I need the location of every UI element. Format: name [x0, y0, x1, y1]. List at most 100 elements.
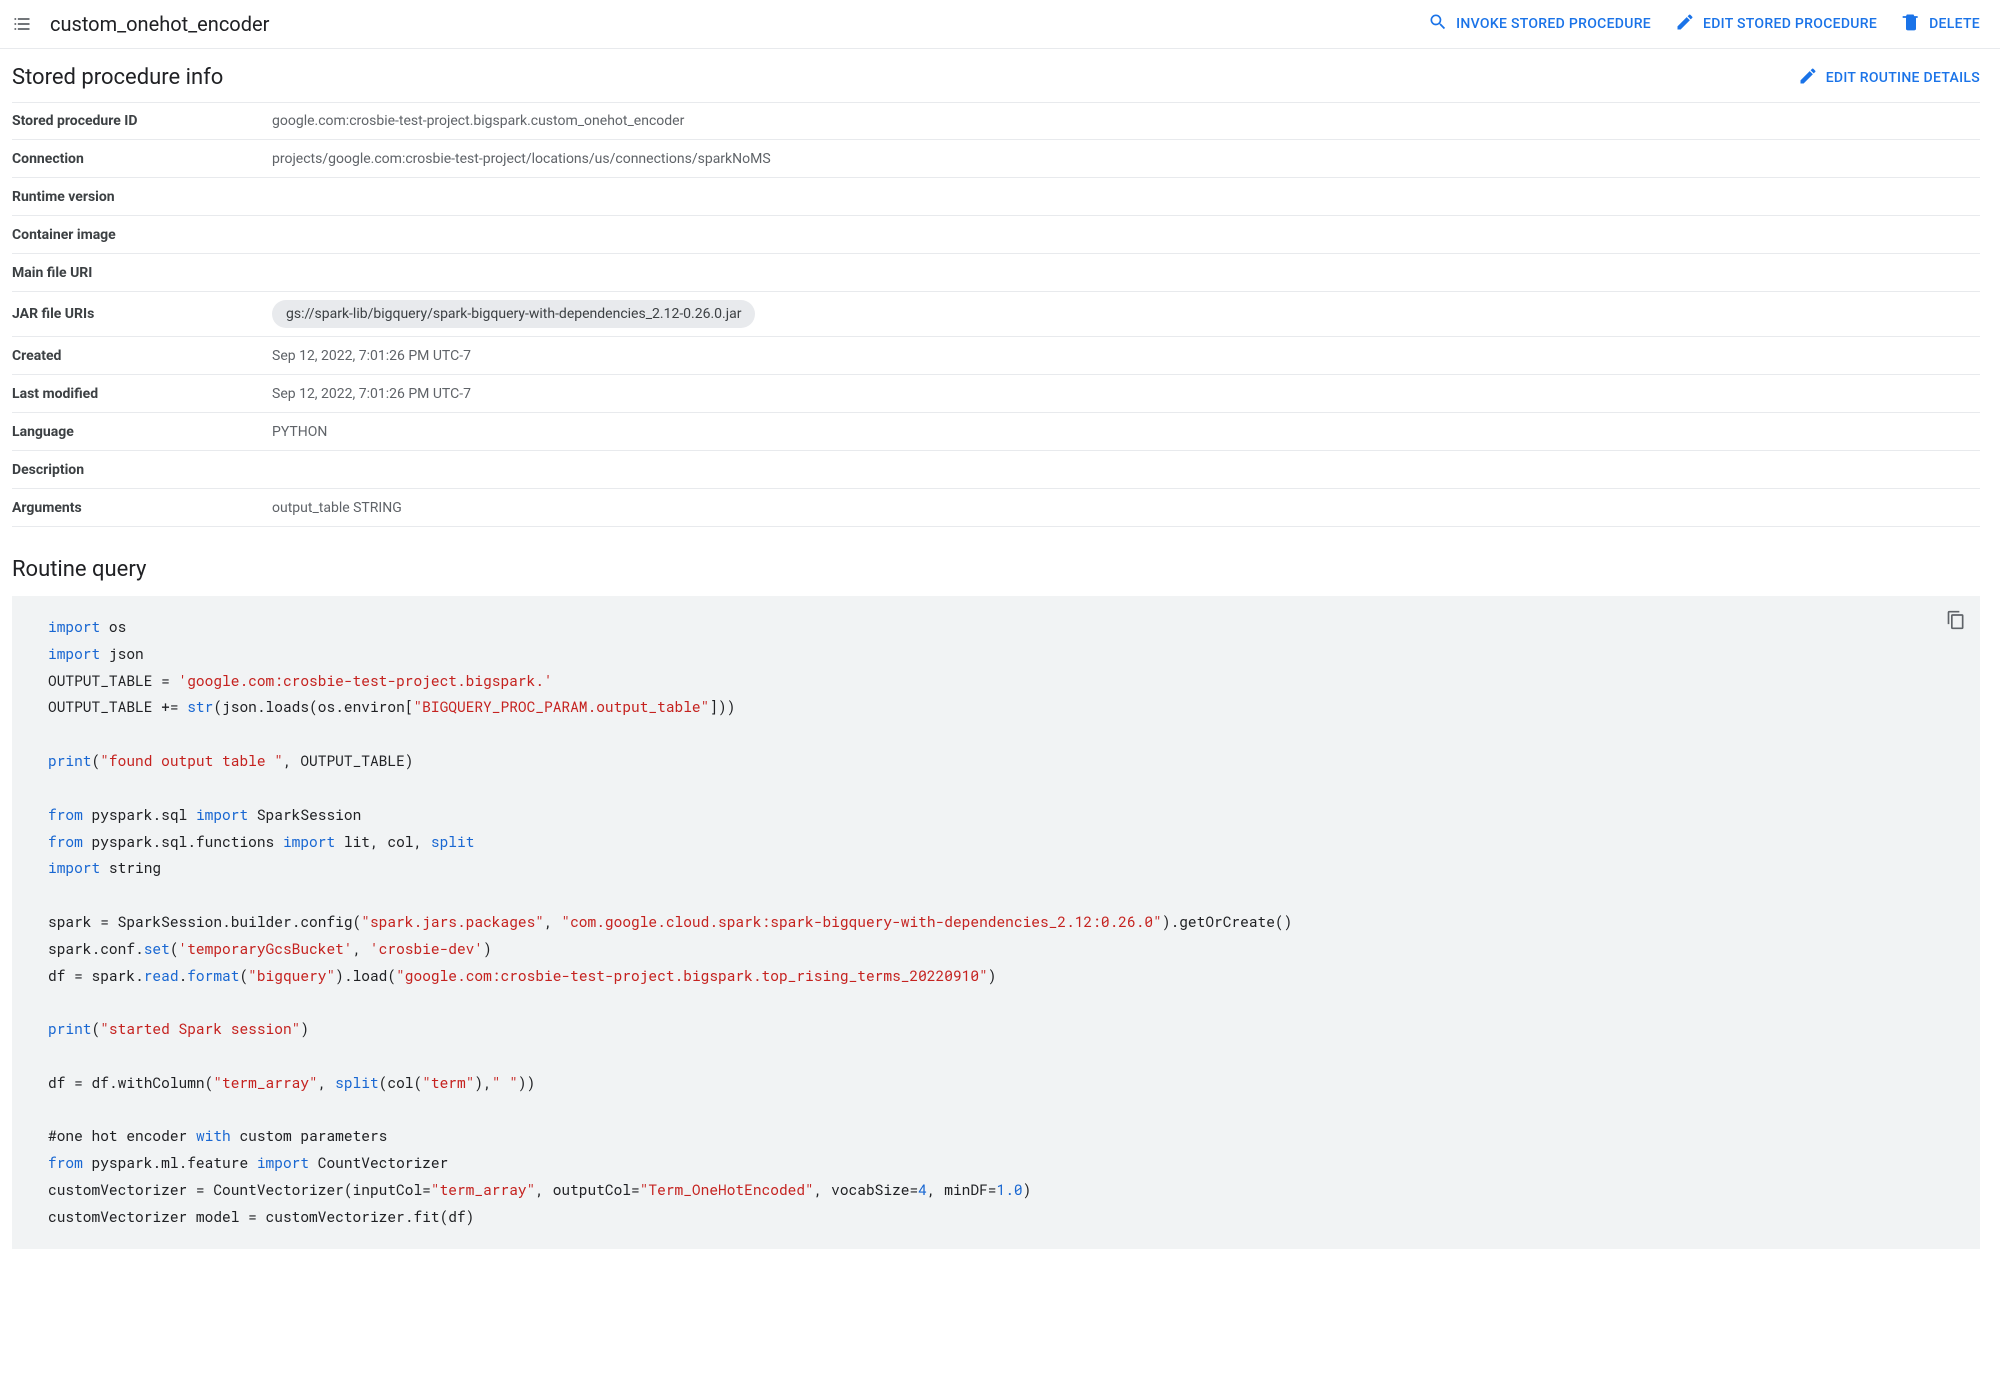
copy-button[interactable]: [1946, 610, 1966, 639]
info-row-description: Description: [12, 451, 1980, 489]
code-token: "BIGQUERY_PROC_PARAM.output_table": [413, 697, 709, 716]
section-title: Stored procedure info: [12, 65, 223, 90]
info-label: Arguments: [12, 490, 272, 526]
code-token: spark = SparkSession.builder.config(: [48, 912, 361, 931]
trash-icon: [1901, 12, 1921, 36]
code-token: from: [48, 805, 83, 824]
info-label: Language: [12, 414, 272, 450]
code-token: ): [1023, 1180, 1032, 1199]
code-token: "started Spark session": [100, 1019, 300, 1038]
info-value: [272, 265, 1980, 281]
info-label: Connection: [12, 141, 272, 177]
info-value: [272, 227, 1980, 243]
code-token: from: [48, 1153, 83, 1172]
edit-routine-details-button[interactable]: EDIT ROUTINE DETAILS: [1798, 66, 1980, 90]
info-label: Description: [12, 452, 272, 488]
code-token: (: [92, 751, 101, 770]
code-token: ).getOrCreate(): [1162, 912, 1293, 931]
info-value: [272, 462, 1980, 478]
code-token: read: [144, 966, 179, 985]
code-token: #one hot encoder: [48, 1126, 196, 1145]
code-token: " ": [492, 1073, 518, 1092]
invoke-stored-procedure-button[interactable]: INVOKE STORED PROCEDURE: [1428, 12, 1651, 36]
code-token: import: [48, 644, 100, 663]
code-token: ,: [318, 1073, 335, 1092]
code-token: 4: [918, 1180, 927, 1199]
search-icon: [1428, 12, 1448, 36]
code-token: "term_array": [213, 1073, 317, 1092]
section-header: Stored procedure info EDIT ROUTINE DETAI…: [12, 65, 1980, 90]
code-token: ).load(: [335, 966, 396, 985]
code-token: ): [483, 939, 492, 958]
code-token: import: [196, 805, 248, 824]
code-token: df = df.withColumn(: [48, 1073, 213, 1092]
code-token: pyspark.sql: [83, 805, 196, 824]
code-token: SparkSession: [248, 805, 361, 824]
code-token: ): [300, 1019, 309, 1038]
code-token: "bigquery": [248, 966, 335, 985]
code-token: "found output table ": [100, 751, 283, 770]
info-label: JAR file URIs: [12, 296, 272, 332]
delete-button[interactable]: DELETE: [1901, 12, 1980, 36]
info-row-main-file-uri: Main file URI: [12, 254, 1980, 292]
info-row-last-modified: Last modified Sep 12, 2022, 7:01:26 PM U…: [12, 375, 1980, 413]
code-token: , outputCol=: [535, 1180, 639, 1199]
code-token: df = spark.: [48, 966, 144, 985]
code-token: from: [48, 832, 83, 851]
code-token: ): [988, 966, 997, 985]
code-block: import os import json OUTPUT_TABLE = 'go…: [12, 596, 1980, 1249]
code-token: "google.com:crosbie-test-project.bigspar…: [396, 966, 988, 985]
details-icon: [10, 12, 34, 36]
info-label: Runtime version: [12, 179, 272, 215]
code-token: "term_array": [431, 1180, 535, 1199]
code-token: import: [48, 858, 100, 877]
code-token: CountVectorizer: [309, 1153, 448, 1172]
edit-stored-procedure-button[interactable]: EDIT STORED PROCEDURE: [1675, 12, 1877, 36]
code-token: customVectorizer model = customVectorize…: [48, 1207, 474, 1226]
info-label: Last modified: [12, 376, 272, 412]
info-row-language: Language PYTHON: [12, 413, 1980, 451]
info-value: output_table STRING: [272, 492, 1980, 524]
info-label: Main file URI: [12, 255, 272, 291]
info-row-container-image: Container image: [12, 216, 1980, 254]
code-token: , minDF=: [927, 1180, 997, 1199]
code-token: "spark.jars.packages": [361, 912, 544, 931]
code-token: "com.google.cloud.spark:spark-bigquery-w…: [561, 912, 1161, 931]
code-token: , OUTPUT_TABLE): [283, 751, 414, 770]
code-token: (: [170, 939, 179, 958]
copy-icon: [1946, 615, 1966, 634]
code-token: pyspark.sql.functions: [83, 832, 283, 851]
page-title: custom_onehot_encoder: [50, 12, 1428, 36]
code-token: os: [100, 617, 126, 636]
code-token: import: [283, 832, 335, 851]
info-row-runtime-version: Runtime version: [12, 178, 1980, 216]
code-token: ])): [709, 697, 735, 716]
info-label: Container image: [12, 217, 272, 253]
jar-uri-chip[interactable]: gs://spark-lib/bigquery/spark-bigquery-w…: [272, 300, 755, 328]
code-token: (json.loads(os.environ[: [213, 697, 413, 716]
code-token: (col(: [379, 1073, 423, 1092]
code-token: ),: [474, 1073, 491, 1092]
code-token: (: [239, 966, 248, 985]
code-token: json: [100, 644, 144, 663]
code-token: with: [196, 1126, 231, 1145]
pencil-icon: [1675, 12, 1695, 36]
code-token: set: [144, 939, 170, 958]
code-token: 'crosbie-dev': [370, 939, 483, 958]
code-token: customVectorizer = CountVectorizer(input…: [48, 1180, 431, 1199]
code-token: (: [92, 1019, 101, 1038]
code-token: str: [187, 697, 213, 716]
info-value: PYTHON: [272, 416, 1980, 448]
code-token: .: [179, 966, 188, 985]
code-token: string: [100, 858, 161, 877]
code-token: format: [187, 966, 239, 985]
code-token: ,: [353, 939, 370, 958]
code-token: split: [335, 1073, 379, 1092]
code-token: print: [48, 751, 92, 770]
header-actions: INVOKE STORED PROCEDURE EDIT STORED PROC…: [1428, 12, 1980, 36]
code-token: import: [48, 617, 100, 636]
code-token: print: [48, 1019, 92, 1038]
code-token: )): [518, 1073, 535, 1092]
info-value: Sep 12, 2022, 7:01:26 PM UTC-7: [272, 340, 1980, 372]
info-value: Sep 12, 2022, 7:01:26 PM UTC-7: [272, 378, 1980, 410]
